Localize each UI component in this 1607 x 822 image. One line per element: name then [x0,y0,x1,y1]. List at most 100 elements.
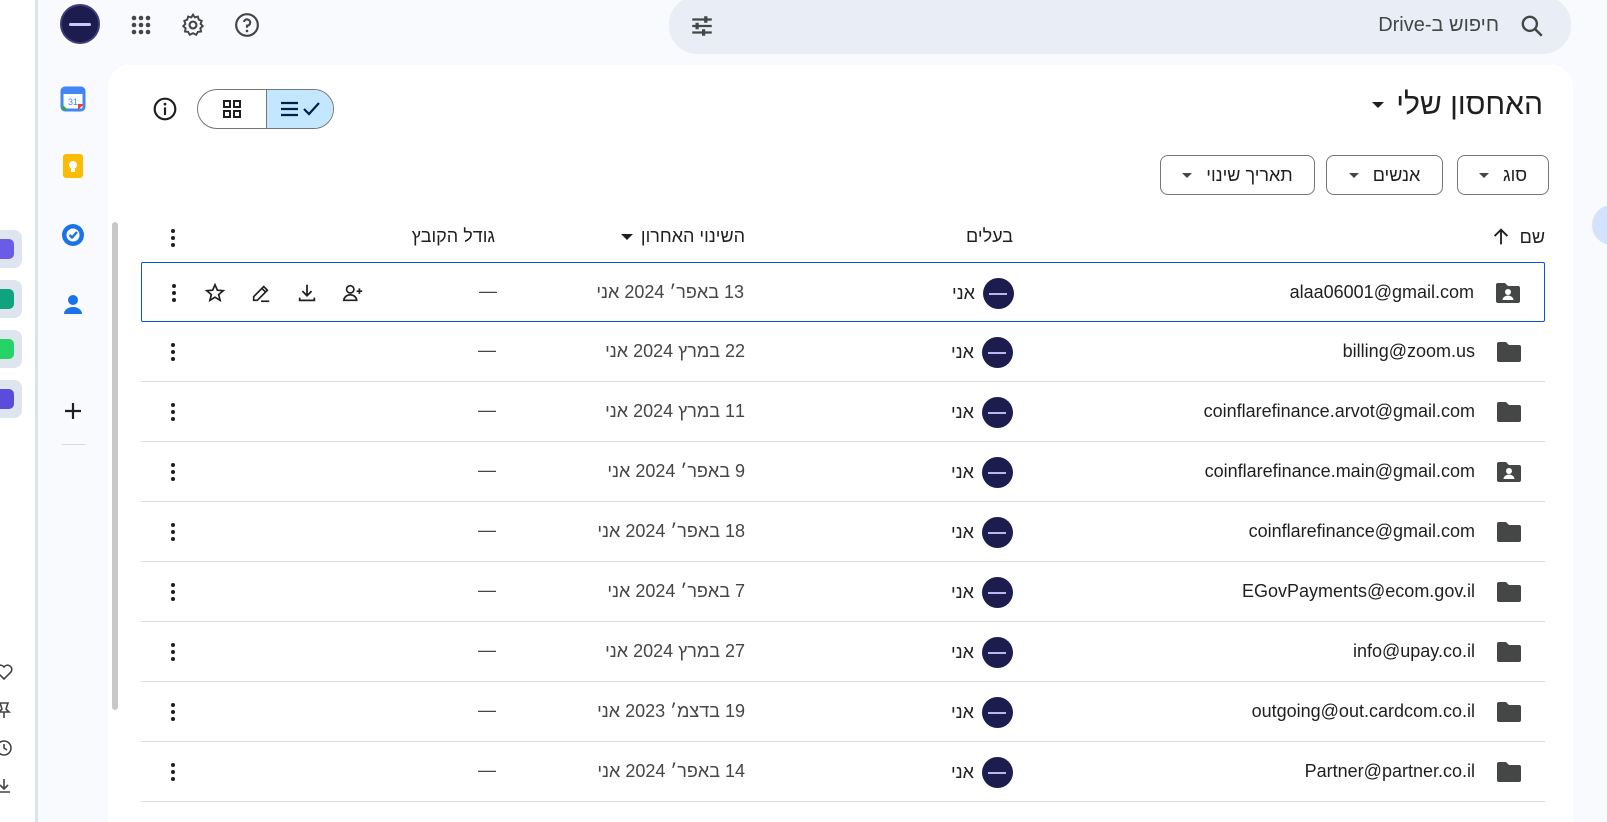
row-more-options-icon[interactable] [161,520,185,549]
type-filter-label: סוג [1502,164,1528,185]
calendar-app-icon[interactable]: 31 [60,86,86,112]
owner-avatar [981,697,1013,728]
owner-avatar [981,457,1013,488]
details-info-icon[interactable] [152,96,178,127]
file-name[interactable]: Partner@partner.co.il [1305,761,1475,782]
file-size: — [478,460,496,480]
file-name[interactable]: info@upay.co.il [1353,641,1475,662]
modified-filter-chip[interactable]: תאריך שינוי [1160,155,1315,195]
file-size: — [478,520,496,540]
download-icon[interactable] [0,776,14,796]
share-add-person-icon[interactable] [340,280,366,306]
table-row[interactable]: Partner@partner.co.il אני 14 באפר׳ 2024 … [141,742,1545,802]
row-more-options-icon[interactable] [161,700,185,729]
extension-icon-1[interactable] [0,230,22,268]
modified-date: 27 במרץ 2024 אני [605,641,745,661]
table-row[interactable]: coinflarefinance.arvot@gmail.com אני 11 … [141,382,1545,442]
row-more-options-icon[interactable] [161,580,185,609]
modified-filter-label: תאריך שינוי [1206,164,1293,185]
grid-view-button[interactable] [198,90,266,128]
search-icon[interactable] [1519,13,1545,39]
people-filter-chip[interactable]: אנשים [1326,155,1443,195]
search-input[interactable]: חיפוש ב-Drive [1378,14,1499,37]
column-header-name[interactable]: שם [1490,226,1545,248]
modified-date: 13 באפר׳ 2024 אני [596,282,744,302]
file-name[interactable]: billing@zoom.us [1343,341,1475,362]
table-row[interactable]: billing@zoom.us אני 22 במרץ 2024 אני — [141,322,1545,382]
file-size: — [479,281,497,301]
download-icon[interactable] [294,280,320,306]
heart-icon[interactable] [0,662,14,682]
file-name[interactable]: coinflarefinance@gmail.com [1249,521,1475,542]
contacts-app-icon[interactable] [60,291,86,317]
file-name[interactable]: outgoing@out.cardcom.co.il [1252,701,1475,722]
settings-gear-icon[interactable] [176,8,210,42]
account-avatar[interactable] [60,4,100,44]
table-row[interactable]: coinflarefinance.main@gmail.com אני 9 בא… [141,442,1545,502]
history-icon[interactable] [0,738,14,758]
row-more-options-icon[interactable] [161,340,185,369]
view-toggle[interactable] [197,89,334,129]
file-size: — [478,340,496,360]
owner-cell: אני [951,637,1013,668]
grid-view-icon [222,100,241,118]
type-filter-chip[interactable]: סוג [1457,155,1549,195]
people-filter-label: אנשים [1372,164,1421,185]
row-more-options-icon[interactable] [161,640,185,669]
table-row[interactable]: outgoing@out.cardcom.co.il אני 19 בדצמ׳ … [141,682,1545,742]
file-name[interactable]: coinflarefinance.main@gmail.com [1205,461,1475,482]
column-header-modified[interactable]: השינוי האחרון [620,226,745,247]
tasks-app-icon[interactable] [60,222,86,248]
apps-grid-icon[interactable] [124,8,158,42]
table-row[interactable]: coinflarefinance@gmail.com אני 18 באפר׳ … [141,502,1545,562]
table-row[interactable]: EGovPayments@ecom.gov.il אני 7 באפר׳ 202… [141,562,1545,622]
owner-cell: אני [951,577,1013,608]
page-title[interactable]: האחסון שלי [1372,88,1543,122]
file-name[interactable]: coinflarefinance.arvot@gmail.com [1204,401,1475,422]
help-icon[interactable] [230,8,264,42]
table-row[interactable]: alaa06001@gmail.com אני 13 באפר׳ 2024 אנ… [141,262,1545,322]
table-row[interactable]: info@upay.co.il אני 27 במרץ 2024 אני — [141,622,1545,682]
row-more-options-icon[interactable] [161,760,185,789]
row-more-options-icon[interactable] [161,400,185,429]
rename-pencil-icon[interactable] [248,280,274,306]
browser-side-panel [0,0,35,822]
extension-icon-2[interactable] [0,380,22,418]
owner-cell: אני [952,278,1014,309]
add-app-icon[interactable] [60,398,86,424]
folder-icon [1495,700,1523,729]
row-more-options-icon[interactable] [161,460,185,489]
owner-name: אני [951,342,974,362]
chevron-down-icon [1348,172,1359,178]
owner-column-label: בעלים [966,226,1013,246]
column-header-owner[interactable]: בעלים [966,226,1013,247]
sort-arrow-up-icon[interactable] [1490,226,1512,248]
modified-date: 9 באפר׳ 2024 אני [607,461,745,481]
whatsapp-icon[interactable] [0,330,22,368]
scrollbar[interactable] [112,222,118,710]
column-options-more-icon[interactable] [161,226,185,250]
row-quick-actions [202,280,366,306]
file-name[interactable]: EGovPayments@ecom.gov.il [1242,581,1475,602]
modified-date: 19 בדצמ׳ 2023 אני [597,701,745,721]
owner-name: אני [951,702,974,722]
owner-avatar [981,577,1013,608]
modified-date: 11 במרץ 2024 אני [605,401,745,421]
owner-name: אני [952,283,975,303]
file-name[interactable]: alaa06001@gmail.com [1290,282,1474,303]
chatgpt-icon[interactable] [0,280,22,318]
star-icon[interactable] [202,280,228,306]
modified-column-label: השינוי האחרון [640,226,745,246]
row-more-options-icon[interactable] [162,281,186,310]
side-panel-toggle[interactable] [1592,205,1607,245]
file-size: — [478,400,496,420]
file-size: — [478,640,496,660]
folder-icon [1495,760,1523,789]
keep-app-icon[interactable] [60,153,86,179]
column-header-size[interactable]: גודל הקובץ [412,226,495,247]
search-bar[interactable]: חיפוש ב-Drive [669,0,1571,54]
search-options-icon[interactable] [689,13,715,39]
pin-icon[interactable] [0,700,14,720]
list-view-button[interactable] [265,90,333,128]
strip-divider [35,0,38,822]
